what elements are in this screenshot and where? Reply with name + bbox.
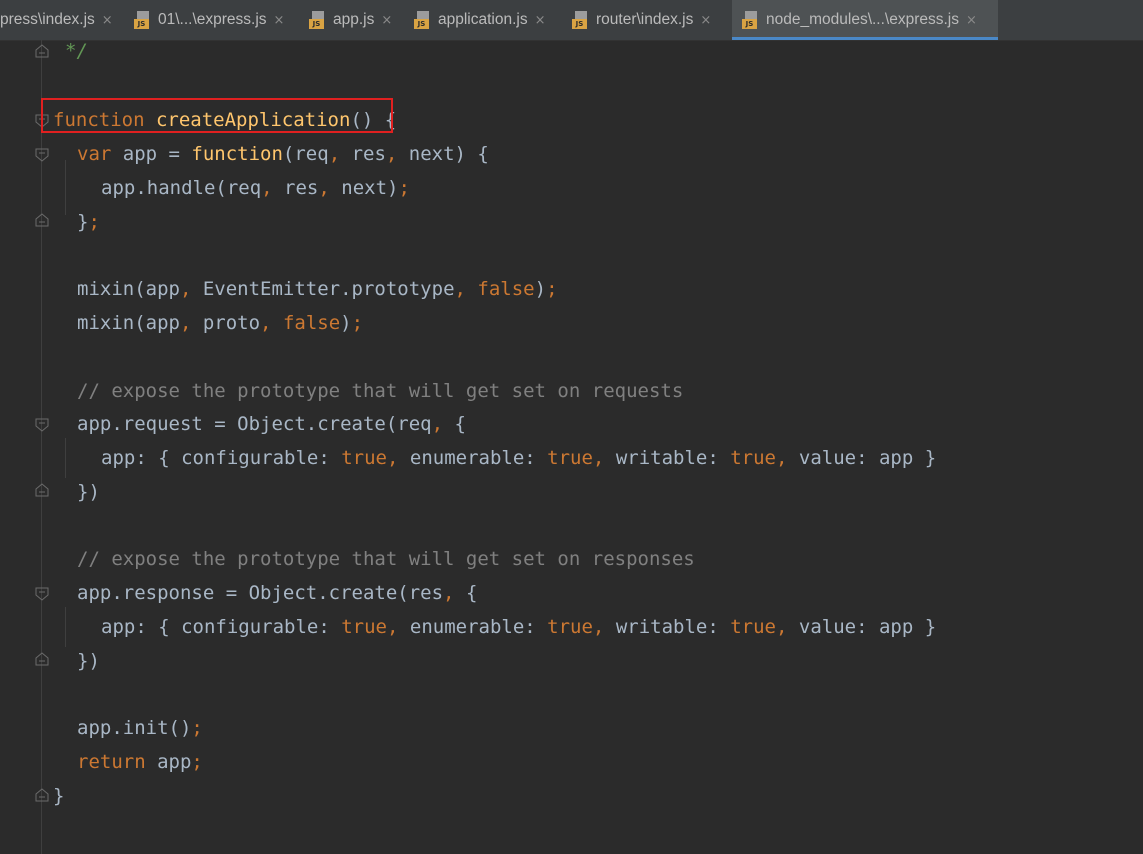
- tab-router-index-js[interactable]: JS router\index.js ×: [572, 0, 732, 40]
- code-line: };: [77, 211, 100, 233]
- highlight-box: [41, 98, 393, 133]
- js-file-icon: JS: [742, 11, 758, 29]
- code-comment: // expose the prototype that will get se…: [77, 380, 684, 402]
- indent-guide: [41, 40, 42, 854]
- code-line: }): [77, 650, 100, 672]
- code-line: app: { configurable: true, enumerable: t…: [101, 447, 937, 469]
- code-line: return app;: [77, 751, 203, 773]
- indent-guide: [65, 607, 66, 647]
- code-line: app.response = Object.create(res, {: [77, 582, 478, 604]
- tab-label: press\index.js: [0, 11, 95, 28]
- fold-end-icon[interactable]: [35, 652, 49, 666]
- tab-01-express-js[interactable]: JS 01\...\express.js ×: [134, 0, 300, 40]
- js-file-icon: JS: [134, 11, 150, 29]
- tab-label: app.js: [333, 11, 375, 28]
- code-line: mixin(app, EventEmitter.prototype, false…: [77, 278, 558, 300]
- code-line: app.request = Object.create(req, {: [77, 413, 466, 435]
- close-icon[interactable]: ×: [535, 13, 546, 28]
- code-editor[interactable]: */ function createApplication() { var ap…: [0, 40, 1143, 854]
- close-icon[interactable]: ×: [700, 13, 711, 28]
- code-line: */: [65, 40, 88, 62]
- tab-label: 01\...\express.js: [158, 11, 267, 28]
- tab-label: application.js: [438, 11, 528, 28]
- tab-press-index-js[interactable]: press\index.js ×: [0, 0, 124, 40]
- tab-application-js[interactable]: JS application.js ×: [414, 0, 566, 40]
- fold-start-icon[interactable]: [35, 148, 49, 162]
- fold-start-icon[interactable]: [35, 587, 49, 601]
- close-icon[interactable]: ×: [381, 13, 392, 28]
- close-icon[interactable]: ×: [102, 13, 113, 28]
- editor-tab-bar: press\index.js × JS 01\...\express.js × …: [0, 0, 1143, 41]
- code-line: }): [77, 481, 100, 503]
- js-file-icon: JS: [414, 11, 430, 29]
- fold-start-icon[interactable]: [35, 418, 49, 432]
- indent-guide: [65, 160, 66, 215]
- close-icon[interactable]: ×: [966, 13, 977, 28]
- close-icon[interactable]: ×: [274, 13, 285, 28]
- fold-end-icon[interactable]: [35, 44, 49, 58]
- code-line: mixin(app, proto, false);: [77, 312, 364, 334]
- code-line: app.init();: [77, 717, 203, 739]
- indent-guide: [65, 438, 66, 478]
- code-line: var app = function(req, res, next) {: [77, 143, 489, 165]
- js-file-icon: JS: [309, 11, 325, 29]
- code-line: app: { configurable: true, enumerable: t…: [101, 616, 937, 638]
- fold-end-icon[interactable]: [35, 483, 49, 497]
- tab-label: node_modules\...\express.js: [766, 11, 959, 28]
- tab-node-modules-express-js[interactable]: JS node_modules\...\express.js ×: [732, 0, 998, 40]
- js-file-icon: JS: [572, 11, 588, 29]
- tab-label: router\index.js: [596, 11, 694, 28]
- code-line: }: [53, 785, 65, 807]
- code-comment: // expose the prototype that will get se…: [77, 548, 695, 570]
- fold-end-icon[interactable]: [35, 213, 49, 227]
- tab-app-js[interactable]: JS app.js ×: [309, 0, 409, 40]
- code-line: app.handle(req, res, next);: [101, 177, 410, 199]
- fold-end-icon[interactable]: [35, 788, 49, 802]
